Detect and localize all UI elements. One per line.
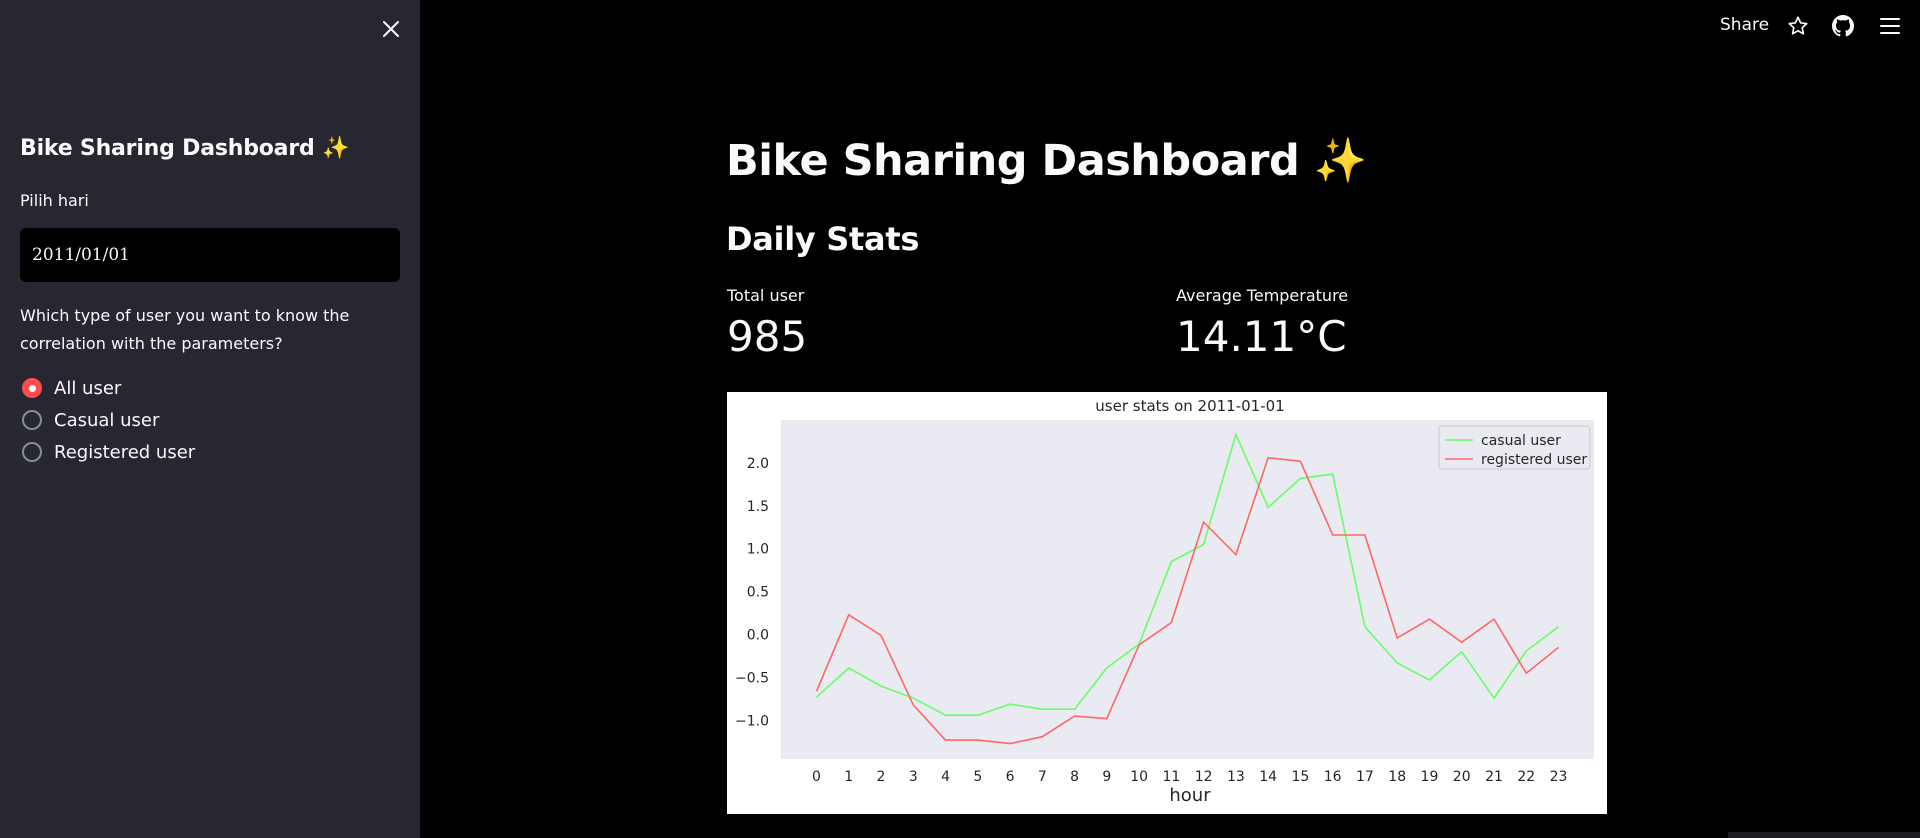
x-tick-label: 3: [909, 769, 918, 785]
y-tick-label: 0.5: [747, 585, 769, 601]
x-tick-label: 21: [1485, 769, 1503, 785]
x-tick-label: 11: [1162, 769, 1180, 785]
x-axis-label: hour: [1169, 785, 1211, 806]
close-icon: [383, 21, 399, 37]
x-tick-label: 22: [1517, 769, 1535, 785]
y-tick-label: −1.0: [735, 713, 769, 729]
x-tick-label: 20: [1453, 769, 1471, 785]
user-type-question: Which type of user you want to know the …: [20, 306, 350, 353]
main-menu-button[interactable]: [1879, 15, 1901, 37]
plot-area: [781, 420, 1594, 759]
user-type-radio-group: All user Casual user Registered user: [22, 372, 195, 468]
star-icon: [1788, 16, 1808, 35]
y-tick-label: 2.0: [747, 456, 769, 472]
x-tick-label: 13: [1227, 769, 1245, 785]
x-tick-label: 4: [941, 769, 950, 785]
metric-avg-temp-value: 14.11°C: [1176, 312, 1347, 361]
y-ticks: 2.0 1.5 1.0 0.5 0.0 −0.5 −1.0: [735, 456, 769, 729]
daily-stats-subheader: Daily Stats: [726, 220, 920, 258]
radio-all-user[interactable]: All user: [22, 372, 195, 404]
x-tick-label: 23: [1550, 769, 1568, 785]
star-button[interactable]: [1787, 15, 1809, 37]
close-sidebar-button[interactable]: [378, 16, 404, 42]
metric-avg-temp-label: Average Temperature: [1176, 286, 1349, 305]
x-tick-label: 19: [1421, 769, 1439, 785]
radio-label: All user: [54, 377, 122, 399]
x-tick-label: 18: [1388, 769, 1406, 785]
x-tick-label: 16: [1324, 769, 1342, 785]
y-tick-label: −0.5: [735, 670, 769, 686]
date-label: Pilih hari: [20, 191, 89, 210]
y-tick-label: 0.0: [747, 628, 769, 644]
x-tick-label: 1: [844, 769, 853, 785]
x-tick-label: 14: [1259, 769, 1277, 785]
radio-label: Registered user: [54, 441, 196, 463]
sidebar: Bike Sharing Dashboard ✨ Pilih hari 2011…: [0, 0, 420, 838]
radio-unchecked-icon: [22, 442, 42, 462]
legend-label: registered user: [1481, 452, 1587, 468]
x-tick-label: 9: [1102, 769, 1111, 785]
chart-title: user stats on 2011-01-01: [1095, 397, 1284, 415]
metric-total-user-value: 985: [727, 312, 808, 361]
page-title: Bike Sharing Dashboard ✨: [726, 136, 1367, 186]
y-tick-label: 1.0: [747, 542, 769, 558]
metric-total-user-label: Total user: [727, 286, 805, 305]
date-input[interactable]: 2011/01/01: [20, 228, 400, 282]
github-button[interactable]: [1832, 15, 1854, 37]
github-icon: [1832, 15, 1854, 37]
hamburger-menu-icon: [1880, 18, 1900, 34]
x-tick-label: 6: [1006, 769, 1015, 785]
status-strip: [1728, 832, 1920, 838]
x-tick-label: 5: [973, 769, 982, 785]
user-stats-chart: user stats on 2011-01-01 hour 2.0 1.5 1.0 0…: [727, 392, 1607, 814]
radio-casual-user[interactable]: Casual user: [22, 404, 195, 436]
x-tick-label: 15: [1292, 769, 1310, 785]
x-tick-label: 8: [1070, 769, 1079, 785]
radio-registered-user[interactable]: Registered user: [22, 436, 195, 468]
x-tick-label: 12: [1195, 769, 1213, 785]
radio-checked-icon: [22, 378, 42, 398]
radio-unchecked-icon: [22, 410, 42, 430]
x-tick-label: 10: [1130, 769, 1148, 785]
line-chart-svg: user stats on 2011-01-01 hour 2.0 1.5 1.0 0…: [735, 397, 1594, 806]
sidebar-title: Bike Sharing Dashboard ✨: [20, 136, 350, 161]
share-button[interactable]: Share: [1720, 15, 1769, 35]
x-ticks: 0 1 2 3 4 5 6 7 8 9 10 11 12 13 14 15 16 17 18 19 20 21 22 23: [812, 769, 1567, 785]
x-tick-label: 7: [1038, 769, 1047, 785]
x-tick-label: 2: [877, 769, 886, 785]
y-tick-label: 1.5: [747, 499, 769, 515]
legend-label: casual user: [1481, 433, 1561, 449]
radio-label: Casual user: [54, 409, 160, 431]
x-tick-label: 0: [812, 769, 821, 785]
legend: casual user registered user: [1438, 425, 1591, 470]
x-tick-label: 17: [1356, 769, 1374, 785]
